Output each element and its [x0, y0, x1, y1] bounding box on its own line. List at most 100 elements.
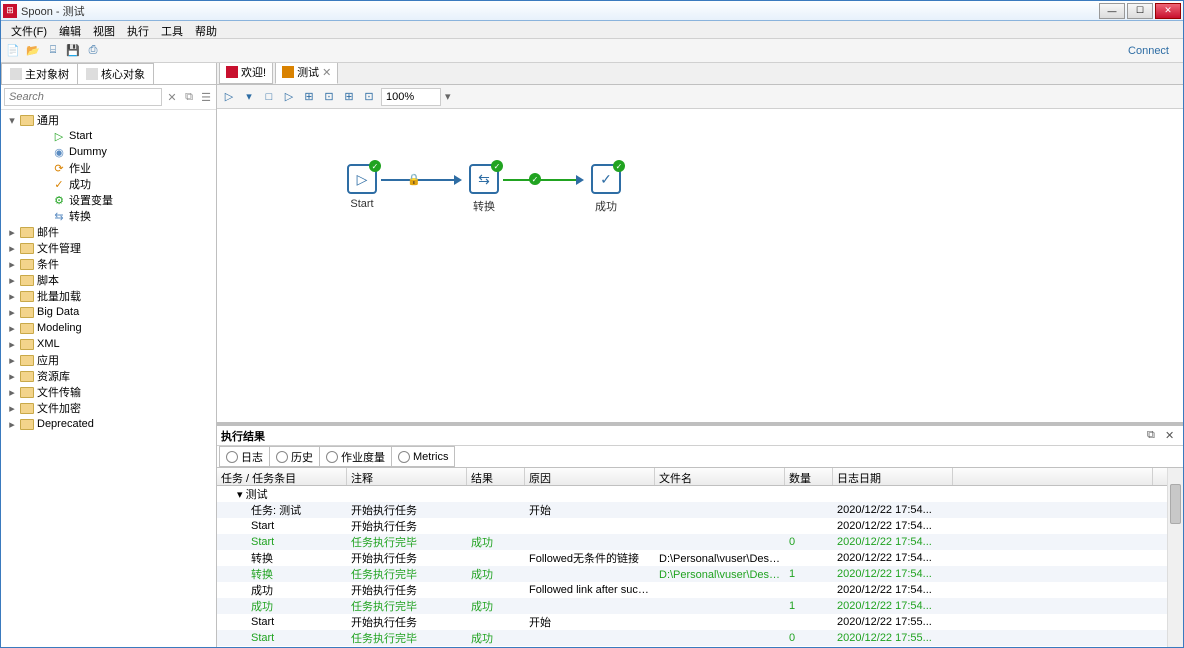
- tree-node[interactable]: ▸条件: [3, 256, 214, 272]
- menu-item[interactable]: 工具: [155, 21, 189, 38]
- menu-item[interactable]: 帮助: [189, 21, 223, 38]
- step-转换[interactable]: ⇆✓: [469, 164, 499, 194]
- results-tab[interactable]: 日志: [219, 446, 270, 467]
- tree-node[interactable]: ▸应用: [3, 352, 214, 368]
- folder-icon: [20, 387, 34, 398]
- tree-node[interactable]: ◉Dummy: [3, 144, 214, 160]
- preview-icon[interactable]: ▷: [281, 89, 297, 105]
- success-badge-icon: ✓: [491, 160, 503, 172]
- table-row[interactable]: Start任务执行完毕成功02020/12/22 17:55...: [217, 630, 1183, 646]
- titlebar: ⊞ Spoon - 测试 — ☐ ✕: [1, 1, 1183, 21]
- debug-icon[interactable]: ⊞: [301, 89, 317, 105]
- tree-node[interactable]: ⟳作业: [3, 160, 214, 176]
- pause-icon[interactable]: ▾: [241, 89, 257, 105]
- tree-node[interactable]: ▾通用: [3, 112, 214, 128]
- table-row[interactable]: 成功任务执行完毕成功12020/12/22 17:54...: [217, 598, 1183, 614]
- table-row[interactable]: ▾ 测试: [217, 486, 1183, 502]
- stop-icon[interactable]: □: [261, 89, 277, 105]
- editor-tabs: 欢迎!测试✕: [217, 63, 1183, 85]
- table-row[interactable]: 转换开始执行任务Followed无条件的链接D:\Personal\vuser\…: [217, 646, 1183, 647]
- sidebar: 主对象树 核心对象 ✕ ⧉ ☰ ▾通用▷Start◉Dummy⟳作业✓成功⚙设置…: [1, 63, 217, 647]
- tree-node[interactable]: ▸Deprecated: [3, 416, 214, 432]
- tab-close-icon[interactable]: ✕: [322, 66, 331, 79]
- table-row[interactable]: 任务: 测试开始执行任务开始2020/12/22 17:54...: [217, 502, 1183, 518]
- table-row[interactable]: Start任务执行完毕成功02020/12/22 17:54...: [217, 534, 1183, 550]
- collapse-icon[interactable]: ☰: [199, 90, 213, 104]
- tree-node[interactable]: ⇆转换: [3, 208, 214, 224]
- results-tab[interactable]: Metrics: [391, 446, 455, 467]
- column-header[interactable]: 注释: [347, 468, 467, 485]
- results-close-icon[interactable]: ✕: [1165, 429, 1179, 443]
- sidebar-tab-tree[interactable]: 主对象树: [1, 63, 78, 84]
- menu-item[interactable]: 执行: [121, 21, 155, 38]
- menu-item[interactable]: 视图: [87, 21, 121, 38]
- tree-node[interactable]: ▸XML: [3, 336, 214, 352]
- results-table: 任务 / 任务条目注释结果原因文件名数量日志日期 ▾ 测试任务: 测试开始执行任…: [217, 468, 1183, 647]
- tree-node[interactable]: ▸文件加密: [3, 400, 214, 416]
- tree-node[interactable]: ▸资源库: [3, 368, 214, 384]
- connect-link[interactable]: Connect: [1128, 45, 1179, 57]
- folder-icon: [20, 275, 34, 286]
- canvas[interactable]: ▷✓Start🔒⇆✓转换✓✓✓成功: [217, 109, 1183, 422]
- results-tab[interactable]: 历史: [269, 446, 320, 467]
- hop-arrow[interactable]: [503, 179, 581, 181]
- check-icon: ✓: [52, 177, 66, 191]
- tree-node[interactable]: ✓成功: [3, 176, 214, 192]
- table-row[interactable]: 转换任务执行完毕成功D:\Personal\vuser\Desktop\测...…: [217, 566, 1183, 582]
- column-header[interactable]: 日志日期: [833, 468, 953, 485]
- column-header[interactable]: [953, 468, 1153, 485]
- search-input[interactable]: [4, 88, 162, 106]
- repo-icon[interactable]: ⌸: [45, 43, 61, 59]
- folder-icon: [20, 323, 34, 334]
- folder-icon: [20, 403, 34, 414]
- results-tab[interactable]: 作业度量: [319, 446, 392, 467]
- table-row[interactable]: 成功开始执行任务Followed link after success2020/…: [217, 582, 1183, 598]
- tree-node[interactable]: ▸邮件: [3, 224, 214, 240]
- editor-tab[interactable]: 欢迎!: [219, 63, 273, 84]
- sidebar-tab-core[interactable]: 核心对象: [77, 63, 154, 84]
- saveas-icon[interactable]: ⎙: [85, 43, 101, 59]
- menu-item[interactable]: 文件(F): [5, 21, 53, 38]
- minimize-button[interactable]: —: [1099, 3, 1125, 19]
- column-header[interactable]: 原因: [525, 468, 655, 485]
- close-button[interactable]: ✕: [1155, 3, 1181, 19]
- step-成功[interactable]: ✓✓: [591, 164, 621, 194]
- column-header[interactable]: 文件名: [655, 468, 785, 485]
- menu-item[interactable]: 编辑: [53, 21, 87, 38]
- column-header[interactable]: 任务 / 任务条目: [217, 468, 347, 485]
- clear-icon[interactable]: ✕: [165, 90, 179, 104]
- maximize-button[interactable]: ☐: [1127, 3, 1153, 19]
- tree-node[interactable]: ▸文件管理: [3, 240, 214, 256]
- tree-node[interactable]: ⚙设置变量: [3, 192, 214, 208]
- step-start[interactable]: ▷✓: [347, 164, 377, 194]
- open-icon[interactable]: 📂: [25, 43, 41, 59]
- app-icon: ⊞: [3, 4, 17, 18]
- tree-node[interactable]: ▷Start: [3, 128, 214, 144]
- tree-node[interactable]: ▸文件传输: [3, 384, 214, 400]
- tree-node[interactable]: ▸脚本: [3, 272, 214, 288]
- tree-node[interactable]: ▸Big Data: [3, 304, 214, 320]
- tree-node[interactable]: ▸批量加载: [3, 288, 214, 304]
- impact-icon[interactable]: ⊞: [341, 89, 357, 105]
- tree-node[interactable]: ▸Modeling: [3, 320, 214, 336]
- run-icon[interactable]: ▷: [221, 89, 237, 105]
- folder-icon: [20, 339, 34, 350]
- job-icon: ⟳: [52, 161, 66, 175]
- table-row[interactable]: Start开始执行任务2020/12/22 17:54...: [217, 518, 1183, 534]
- folder-icon: [20, 371, 34, 382]
- expand-icon[interactable]: ⧉: [182, 90, 196, 104]
- new-icon[interactable]: 📄: [5, 43, 21, 59]
- table-row[interactable]: 转换开始执行任务Followed无条件的链接D:\Personal\vuser\…: [217, 550, 1183, 566]
- tab-icon: [282, 66, 294, 78]
- sql-icon[interactable]: ⊡: [361, 89, 377, 105]
- editor-tab[interactable]: 测试✕: [275, 63, 338, 84]
- scrollbar[interactable]: [1167, 468, 1183, 647]
- save-icon[interactable]: 💾: [65, 43, 81, 59]
- column-header[interactable]: 数量: [785, 468, 833, 485]
- folder-icon: [20, 307, 34, 318]
- zoom-select[interactable]: [381, 88, 441, 106]
- column-header[interactable]: 结果: [467, 468, 525, 485]
- results-detach-icon[interactable]: ⧉: [1147, 429, 1161, 443]
- table-row[interactable]: Start开始执行任务开始2020/12/22 17:55...: [217, 614, 1183, 630]
- verify-icon[interactable]: ⊡: [321, 89, 337, 105]
